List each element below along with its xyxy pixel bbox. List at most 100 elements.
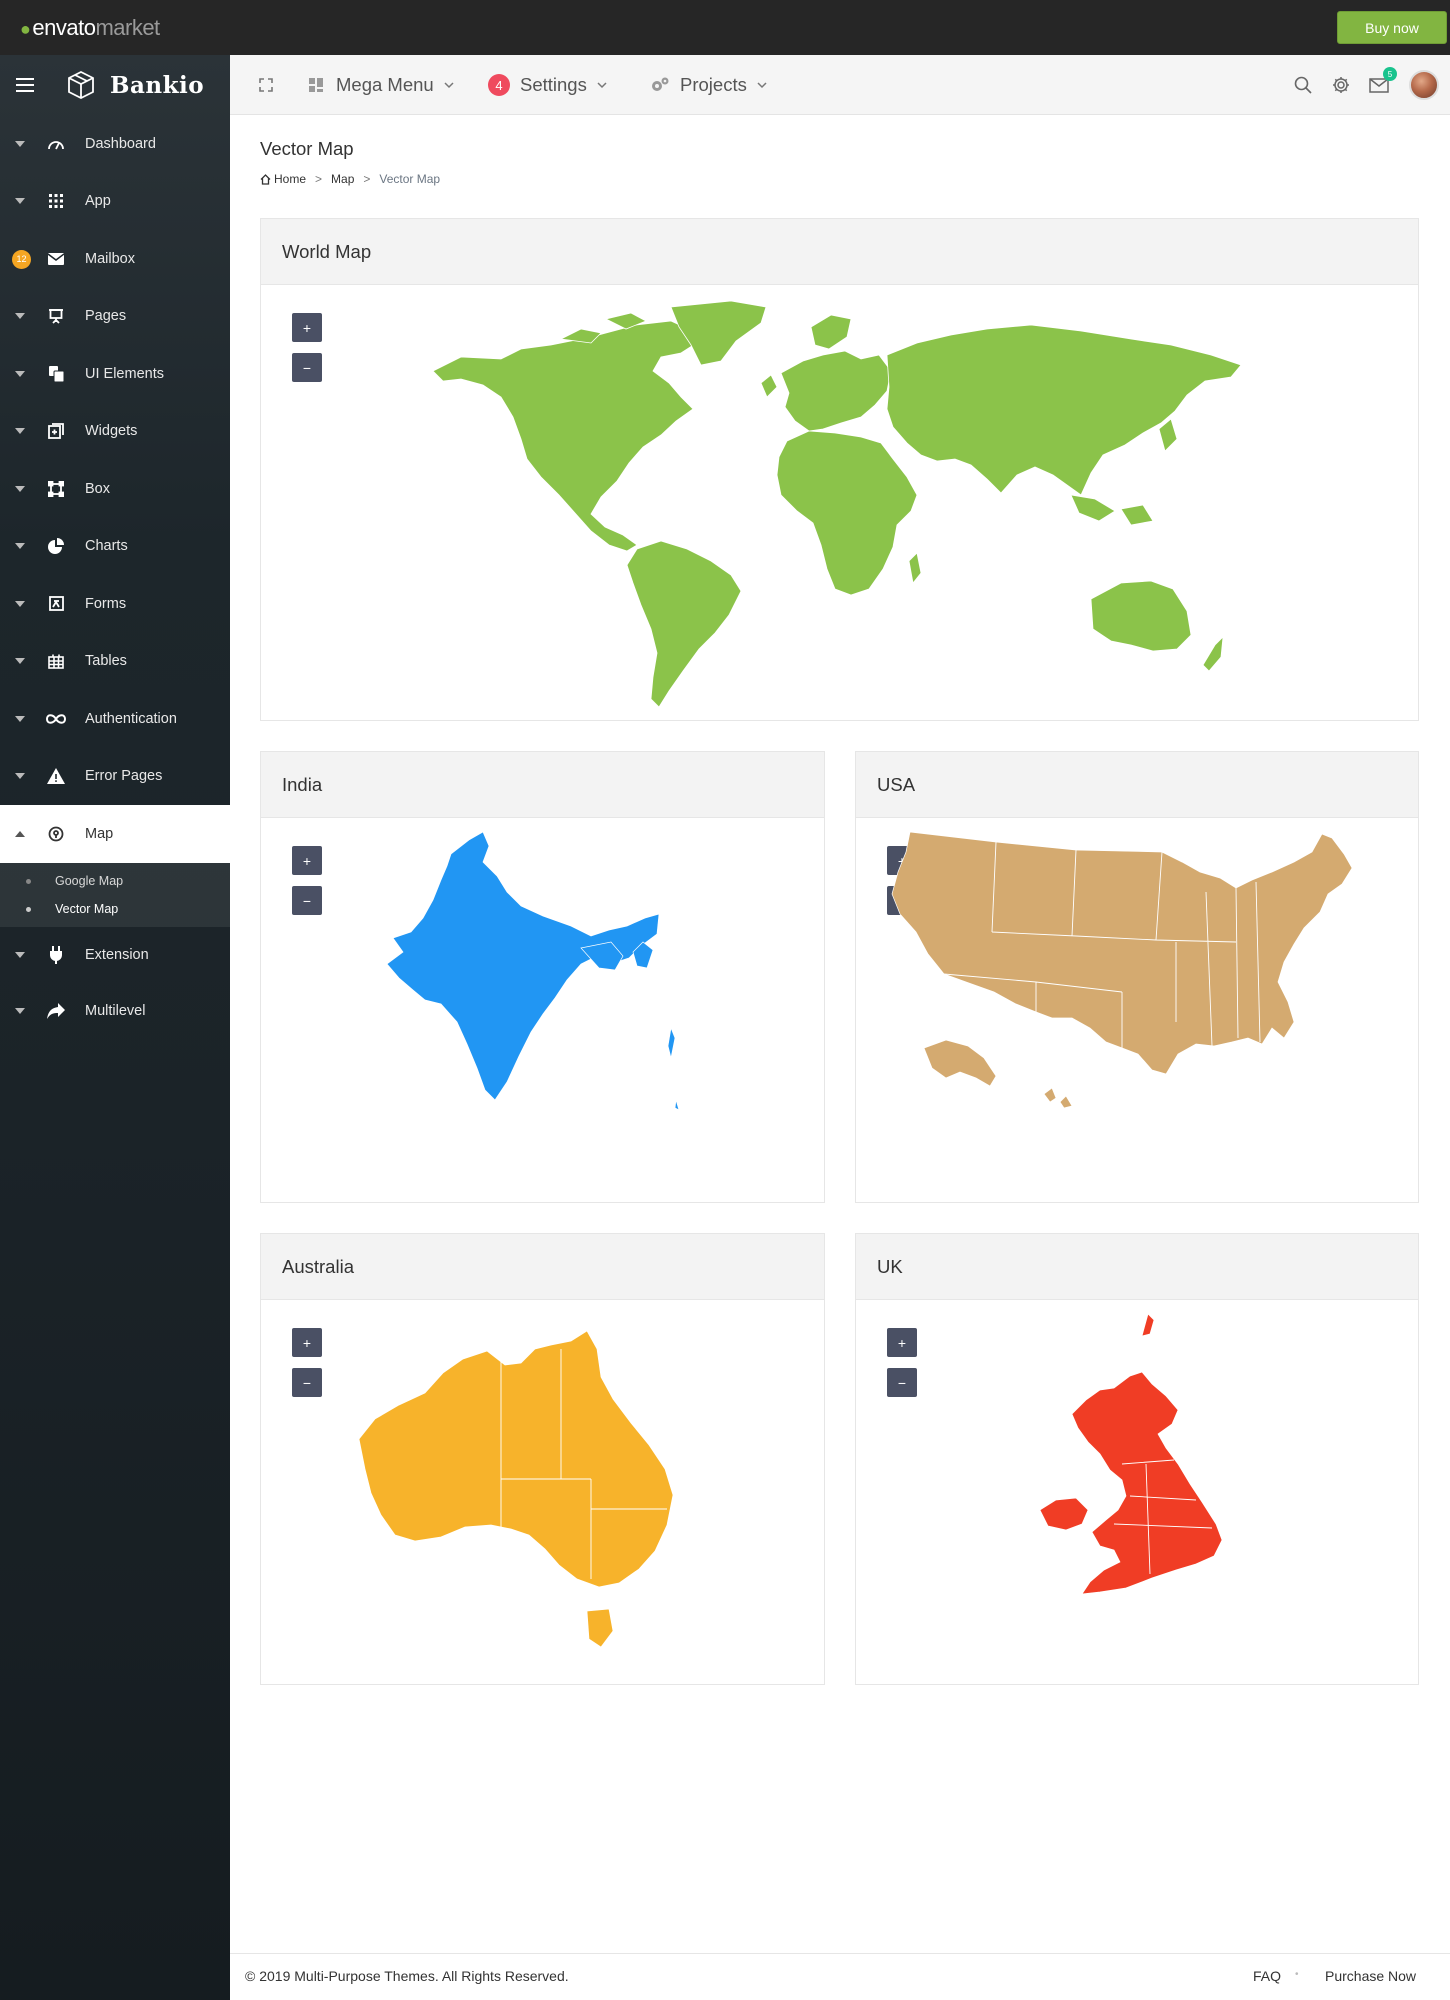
breadcrumb-map[interactable]: Map [331,172,354,186]
separator-dot: • [1295,1969,1299,1980]
sidebar-menu-bottom: Extension Multilevel [0,927,230,1039]
brand-name[interactable]: Bankio [110,72,204,99]
pie-chart-icon [46,536,66,556]
widgets-icon [46,421,66,441]
zoom-out-button[interactable]: − [887,1368,917,1397]
mail-count-badge: 5 [1383,67,1397,81]
caret-down-icon [15,600,25,607]
top-header: Mega Menu 4 Settings Projects 5 [230,55,1450,115]
card-title: Australia [261,1234,824,1300]
sidebar-header: Bankio [0,55,230,115]
caret-down-icon [15,773,25,780]
australia-map-card: Australia + − [260,1233,825,1685]
gear-icon[interactable] [1329,73,1353,97]
mega-menu-dropdown[interactable]: Mega Menu [309,55,454,115]
envato-logo[interactable]: ●envatomarket [20,15,160,41]
zoom-out-button[interactable]: − [292,1368,322,1397]
zoom-in-button[interactable]: + [292,1328,322,1357]
submenu-item-vector-map[interactable]: Vector Map [0,895,230,923]
caret-down-icon [15,370,25,377]
caret-down-icon [15,715,25,722]
map-submenu: Google Map Vector Map [0,862,230,927]
search-icon[interactable] [1291,73,1315,97]
mailbox-count-badge: 12 [12,249,31,269]
hamburger-menu-icon[interactable] [16,78,34,92]
sidebar-item-dashboard[interactable]: Dashboard [0,115,230,173]
usa-map-card: USA + − [855,751,1419,1203]
sidebar-item-multilevel[interactable]: Multilevel [0,983,230,1039]
home-icon [260,173,271,185]
breadcrumb: Home > Map > Vector Map [260,172,440,186]
caret-down-icon [15,1007,25,1014]
sidebar-menu: Dashboard App 12 Mailbox Pages UI Elemen… [0,115,230,863]
warning-icon [46,766,66,786]
submenu-item-google-map[interactable]: Google Map [0,867,230,895]
copy-icon [46,364,66,384]
chevron-down-icon [757,82,767,89]
table-icon [46,651,66,671]
sidebar-item-error-pages[interactable]: Error Pages [0,748,230,806]
zoom-out-button[interactable]: − [292,353,322,382]
sidebar-item-authentication[interactable]: Authentication [0,690,230,748]
projects-dropdown[interactable]: Projects [650,55,767,115]
bullet-icon [26,906,31,912]
sidebar-item-mailbox[interactable]: 12 Mailbox [0,230,230,288]
chevron-down-icon [597,82,607,89]
user-avatar[interactable] [1409,70,1439,100]
page-title: Vector Map [260,138,354,159]
sidebar: Bankio Dashboard App 12 Mailbox Pages UI… [0,55,230,2000]
box-icon [46,479,66,499]
settings-count-badge: 4 [488,74,510,96]
sidebar-item-pages[interactable]: Pages [0,288,230,346]
sidebar-item-box[interactable]: Box [0,460,230,518]
sidebar-item-widgets[interactable]: Widgets [0,403,230,461]
australia-vector-map[interactable] [351,1329,741,1669]
card-title: UK [856,1234,1418,1300]
breadcrumb-home[interactable]: Home [274,172,306,186]
uk-vector-map[interactable] [1026,1314,1266,1674]
grid-icon [46,191,66,211]
bullet-icon [26,878,31,884]
settings-dropdown[interactable]: 4 Settings [488,55,607,115]
mail-icon[interactable]: 5 [1367,67,1397,97]
sidebar-item-ui-elements[interactable]: UI Elements [0,345,230,403]
zoom-in-button[interactable]: + [292,313,322,342]
world-vector-map[interactable] [431,299,1251,709]
envelope-icon [46,249,66,269]
infinity-icon [46,709,66,729]
india-map-card: India + − [260,751,825,1203]
card-title: World Map [261,219,1418,285]
india-vector-map[interactable] [371,832,731,1192]
presentation-icon [46,306,66,326]
caret-down-icon [15,198,25,205]
sidebar-item-charts[interactable]: Charts [0,518,230,576]
copyright-text: © 2019 Multi-Purpose Themes. All Rights … [245,1968,569,1984]
buy-now-button[interactable]: Buy now [1337,11,1447,44]
sidebar-item-extension[interactable]: Extension [0,927,230,983]
sidebar-item-map[interactable]: Map [0,805,230,863]
caret-down-icon [15,543,25,550]
purchase-now-link[interactable]: Purchase Now [1325,1968,1416,1984]
zoom-in-button[interactable]: + [887,1328,917,1357]
world-map-card: World Map + − [260,218,1419,721]
caret-down-icon [15,951,25,958]
envato-bar: ●envatomarket Buy now [0,0,1450,55]
form-icon [46,594,66,614]
caret-up-icon [15,830,25,837]
fullscreen-icon[interactable] [254,73,278,97]
sidebar-item-forms[interactable]: Forms [0,575,230,633]
map-pin-icon [46,824,66,844]
plug-icon [46,945,66,965]
usa-vector-map[interactable] [876,832,1412,1192]
sidebar-item-tables[interactable]: Tables [0,633,230,691]
faq-link[interactable]: FAQ [1253,1968,1281,1984]
card-title: India [261,752,824,818]
caret-down-icon [15,313,25,320]
chevron-down-icon [444,82,454,89]
gears-icon [652,77,669,91]
zoom-in-button[interactable]: + [292,846,322,875]
sidebar-item-app[interactable]: App [0,173,230,231]
envato-leaf-icon: ● [20,19,31,39]
caret-down-icon [15,428,25,435]
zoom-out-button[interactable]: − [292,886,322,915]
